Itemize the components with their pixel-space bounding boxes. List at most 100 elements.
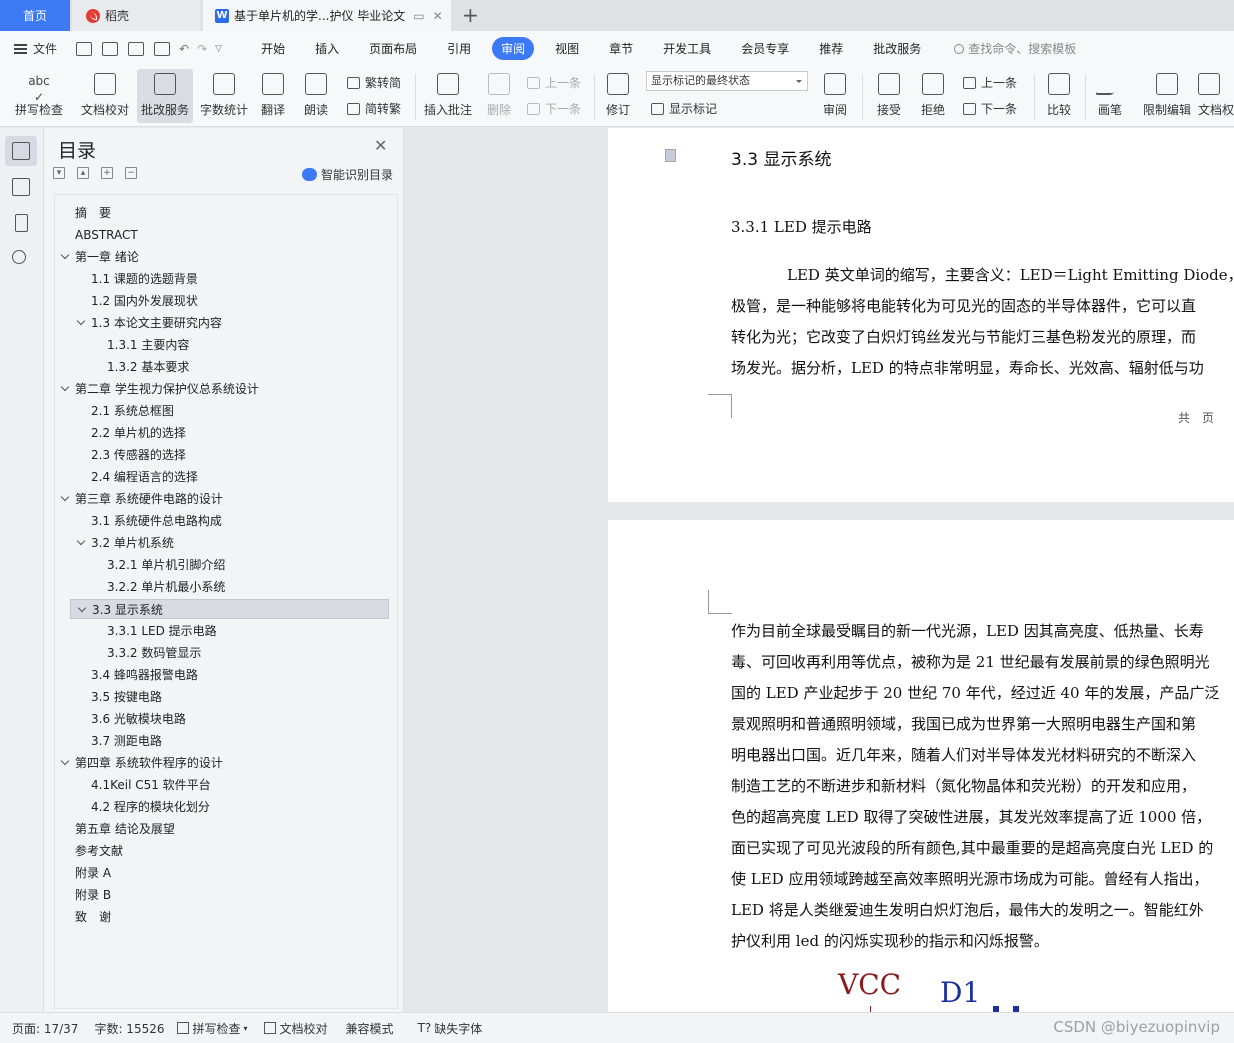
print-icon[interactable] [128,41,145,56]
new-tab-plus-icon[interactable]: + [462,3,479,27]
spell-check-button[interactable]: abc ✓ 拼写检查 [8,69,70,123]
menu-tab[interactable]: 开发工具 [654,37,720,60]
word-count-button[interactable]: 字数统计 [197,69,251,123]
toc-item[interactable]: 附录 B [55,885,395,905]
show-markup-button[interactable]: 显示标记 [651,100,717,117]
save-icon[interactable] [76,41,93,56]
doc-rights-button[interactable]: 文档权 [1198,69,1234,123]
document-page[interactable]: 作为目前全球最受瞩目的新一代光源，LED 因其高亮度、低热量、长寿 毒、可回收再利… [608,520,1234,1012]
spell-check-status[interactable]: 拼写检查 ▾ [176,1020,248,1037]
document-canvas[interactable]: 3.3 显示系统 3.3.1 LED 提示电路 LED 英文单词的缩写，主要含义… [405,128,1234,1012]
toc-item[interactable]: 1.3 本论文主要研究内容 [55,313,395,333]
add-heading-icon[interactable]: + [101,167,113,179]
simp-to-trad-button[interactable]: 繁转简 [347,74,401,91]
command-search[interactable]: 查找命令、搜索模板 [954,40,1076,57]
toc-item[interactable]: 第一章 绪论 [55,247,395,267]
chevron-down-icon[interactable] [76,536,86,546]
translate-button[interactable]: 翻译 [255,69,291,123]
menu-tab[interactable]: 批改服务 [864,37,930,60]
toc-item[interactable]: 摘 要 [55,203,395,223]
toc-item[interactable]: 致 谢 [55,907,395,927]
toc-item[interactable]: 1.3.2 基本要求 [55,357,395,377]
menu-tab[interactable]: 审阅 [492,37,535,60]
ink-button[interactable]: 画笔 [1092,69,1128,123]
paragraph-marker-icon[interactable] [665,149,676,162]
tab-daoke[interactable]: 稻壳 [72,0,200,31]
trad-to-simp-button[interactable]: 简转繁 [347,100,401,117]
word-count-indicator[interactable]: 字数: 15526 [94,1020,164,1037]
file-menu[interactable]: 文件 [14,40,57,57]
toc-item[interactable]: 3.3.1 LED 提示电路 [55,621,395,641]
next-comment-button[interactable]: 下一条 [527,100,581,117]
toc-item[interactable]: 2.4 编程语言的选择 [55,467,395,487]
toc-item[interactable]: 1.1 课题的选题背景 [55,269,395,289]
toc-item[interactable]: 3.7 测距电路 [55,731,395,751]
revise-button[interactable]: 修订 [600,69,636,123]
read-aloud-button[interactable]: 朗读 [298,69,334,123]
toc-item[interactable]: 4.1Keil C51 软件平台 [55,775,395,795]
reject-button[interactable]: 拒绝 [914,69,952,123]
toc-item[interactable]: 附录 A [55,863,395,883]
toc-item[interactable]: 3.4 蜂鸣器报警电路 [55,665,395,685]
menu-tab[interactable]: 页面布局 [360,37,426,60]
insert-comment-button[interactable]: 插入批注 [422,69,474,123]
smart-toc-button[interactable]: 智能识别目录 [302,166,393,183]
quick-access-dropdown-icon[interactable]: ▽ [215,44,222,54]
chevron-down-icon[interactable] [60,382,70,392]
toc-item[interactable]: 3.3.2 数码管显示 [55,643,395,663]
prev-comment-button[interactable]: 上一条 [527,74,581,91]
restrict-edit-button[interactable]: 限制编辑 [1140,69,1194,123]
redo-icon[interactable]: ↷ [197,42,207,56]
toc-item[interactable]: 1.2 国内外发展现状 [55,291,395,311]
close-icon[interactable]: ✕ [374,136,387,155]
missing-font-button[interactable]: T? 缺失字体 [418,1020,483,1037]
chapter-icon[interactable] [12,178,30,196]
remove-heading-icon[interactable]: − [125,167,137,179]
toc-item[interactable]: ABSTRACT [55,225,395,245]
toc-item[interactable]: 2.3 传感器的选择 [55,445,395,465]
prev-change-button[interactable]: 上一条 [963,74,1017,91]
markup-state-select[interactable]: 显示标记的最终状态 [646,71,808,91]
accept-button[interactable]: 接受 [870,69,908,123]
toc-item[interactable]: 3.2.1 单片机引脚介绍 [55,555,395,575]
toc-item[interactable]: 1.3.1 主要内容 [55,335,395,355]
menu-tab[interactable]: 视图 [546,37,588,60]
toc-item[interactable]: 3.2.2 单片机最小系统 [55,577,395,597]
menu-tab[interactable]: 开始 [252,37,294,60]
expand-up-icon[interactable]: ▴ [77,167,89,179]
tab-home[interactable]: 首页 [0,0,70,31]
export-icon[interactable] [102,41,119,56]
menu-tab[interactable]: 会员专享 [732,37,798,60]
toc-item[interactable]: 3.1 系统硬件总电路构成 [55,511,395,531]
doc-proof-button[interactable]: 文档校对 [76,69,134,123]
print-preview-icon[interactable] [154,41,171,56]
toc-item[interactable]: 4.2 程序的模块化划分 [55,797,395,817]
toc-item[interactable]: 2.2 单片机的选择 [55,423,395,443]
search-icon[interactable] [12,250,26,264]
toc-item[interactable]: 参考文献 [55,841,395,861]
toc-item[interactable]: 3.6 光敏模块电路 [55,709,395,729]
toc-item[interactable]: 3.3 显示系统 [70,599,389,619]
next-change-button[interactable]: 下一条 [963,100,1017,117]
menu-tab[interactable]: 章节 [600,37,642,60]
toc-item[interactable]: 3.5 按键电路 [55,687,395,707]
toc-item[interactable]: 第二章 学生视力保护仪总系统设计 [55,379,395,399]
toc-item[interactable]: 第三章 系统硬件电路的设计 [55,489,395,509]
chevron-down-icon[interactable] [77,603,87,613]
bookmark-icon[interactable] [15,214,28,232]
chevron-down-icon[interactable] [60,250,70,260]
menu-tab[interactable]: 推荐 [810,37,852,60]
tab-document[interactable]: W 基于单片机的学...护仪 毕业论文 ▭ ✕ [203,0,451,31]
chevron-down-icon[interactable] [60,756,70,766]
document-page[interactable]: 3.3 显示系统 3.3.1 LED 提示电路 LED 英文单词的缩写，主要含义… [608,128,1234,502]
undo-icon[interactable]: ↶ [179,42,189,56]
collapse-all-icon[interactable]: ▾ [53,167,65,179]
toc-item[interactable]: 2.1 系统总框图 [55,401,395,421]
delete-comment-button[interactable]: 删除 [480,69,518,123]
chevron-down-icon[interactable] [76,316,86,326]
menu-tab[interactable]: 引用 [438,37,480,60]
review-pane-button[interactable]: 审阅 [816,69,854,123]
chevron-down-icon[interactable] [60,492,70,502]
toc-item[interactable]: 3.2 单片机系统 [55,533,395,553]
menu-tab[interactable]: 插入 [306,37,348,60]
